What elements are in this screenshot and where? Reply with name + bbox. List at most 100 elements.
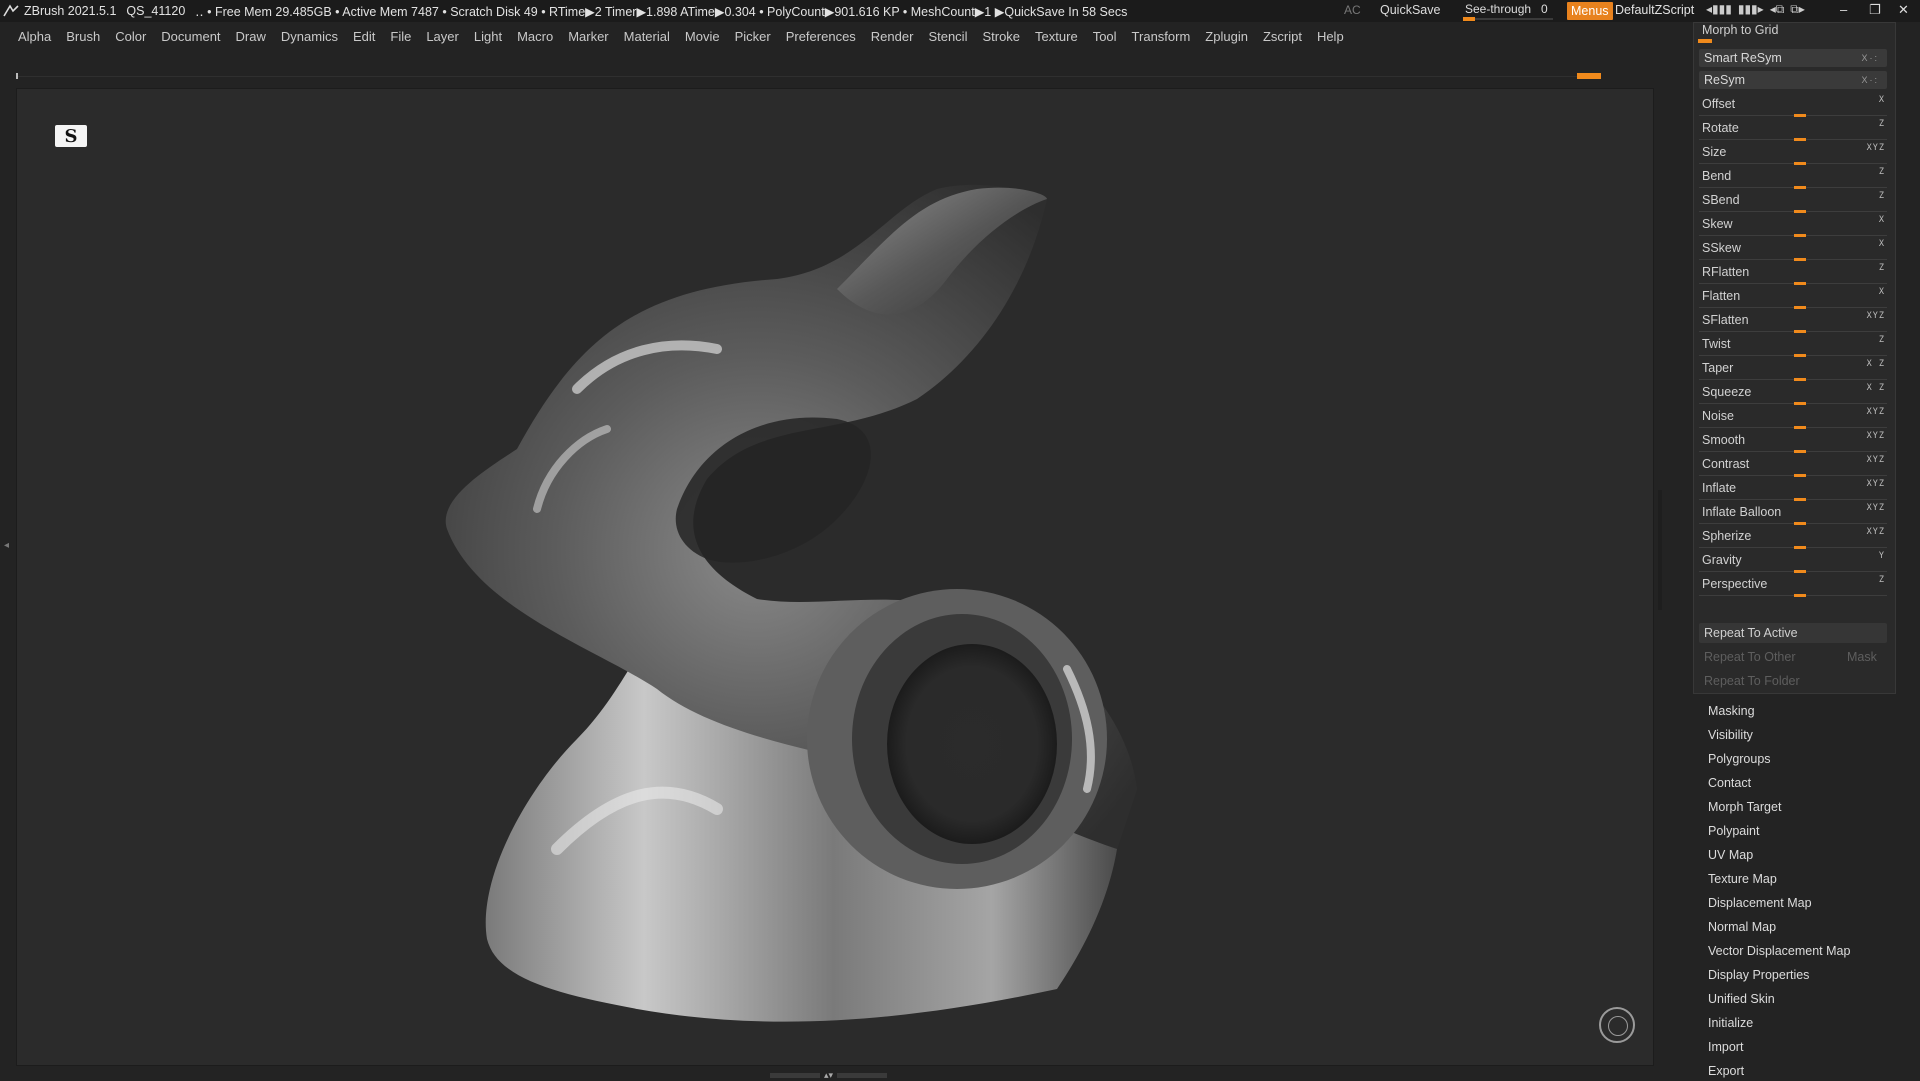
subpalette-polypaint[interactable]: Polypaint (1708, 824, 1759, 838)
menu-movie[interactable]: Movie (685, 29, 720, 44)
menu-alpha[interactable]: Alpha (18, 29, 51, 44)
subpalette-normal-map[interactable]: Normal Map (1708, 920, 1776, 934)
canvas-viewport[interactable]: S (16, 88, 1654, 1066)
bend-axis-toggles[interactable]: Z (1879, 167, 1885, 177)
menu-tool[interactable]: Tool (1093, 29, 1117, 44)
inflate-slider[interactable]: Inflate XYZ (1699, 479, 1887, 503)
subpalette-import[interactable]: Import (1708, 1040, 1743, 1054)
inflate-axis-toggles[interactable]: XYZ (1867, 479, 1885, 489)
left-shelf-handle[interactable]: ◂ (4, 490, 9, 610)
taper-axis-toggles[interactable]: X Z (1867, 359, 1885, 369)
menu-texture[interactable]: Texture (1035, 29, 1078, 44)
minimize-icon[interactable]: ‒ (1840, 2, 1847, 17)
squeeze-knob[interactable] (1794, 402, 1806, 405)
menu-marker[interactable]: Marker (568, 29, 608, 44)
bend-slider[interactable]: Bend Z (1699, 167, 1887, 191)
sbend-knob[interactable] (1794, 210, 1806, 213)
spherize-knob[interactable] (1794, 546, 1806, 549)
gravity-slider[interactable]: Gravity Y (1699, 551, 1887, 575)
menu-preferences[interactable]: Preferences (786, 29, 856, 44)
sflatten-knob[interactable] (1794, 330, 1806, 333)
axis-toggles[interactable]: X·: (1861, 71, 1879, 89)
flatten-slider[interactable]: Flatten X (1699, 287, 1887, 311)
inflate-knob[interactable] (1794, 498, 1806, 501)
contrast-axis-toggles[interactable]: XYZ (1867, 455, 1885, 465)
perspective-knob[interactable] (1794, 594, 1806, 597)
menu-light[interactable]: Light (474, 29, 502, 44)
window-stack-icon[interactable]: ⧉▸ (1790, 2, 1805, 17)
layout-prev-icon[interactable]: ◂▮▮▮ (1706, 2, 1732, 17)
subpalette-display-properties[interactable]: Display Properties (1708, 968, 1809, 982)
menu-file[interactable]: File (390, 29, 411, 44)
twist-slider[interactable]: Twist Z (1699, 335, 1887, 359)
sbend-axis-toggles[interactable]: Z (1879, 191, 1885, 201)
smooth-knob[interactable] (1794, 450, 1806, 453)
size-knob[interactable] (1794, 162, 1806, 165)
menu-zplugin[interactable]: Zplugin (1205, 29, 1248, 44)
menu-layer[interactable]: Layer (426, 29, 459, 44)
axis-toggles[interactable]: X·: (1861, 49, 1879, 67)
taper-slider[interactable]: Taper X Z (1699, 359, 1887, 383)
spherize-axis-toggles[interactable]: XYZ (1867, 527, 1885, 537)
offset-knob[interactable] (1794, 114, 1806, 117)
menu-zscript[interactable]: Zscript (1263, 29, 1302, 44)
maximize-icon[interactable]: ❐ (1869, 2, 1881, 18)
menu-transform[interactable]: Transform (1132, 29, 1191, 44)
menu-document[interactable]: Document (161, 29, 220, 44)
gravity-knob[interactable] (1794, 570, 1806, 573)
offset-axis-toggles[interactable]: X (1879, 95, 1885, 105)
subpalette-polygroups[interactable]: Polygroups (1708, 752, 1771, 766)
bend-knob[interactable] (1794, 186, 1806, 189)
menu-macro[interactable]: Macro (517, 29, 553, 44)
rflatten-slider[interactable]: RFlatten Z (1699, 263, 1887, 287)
menu-help[interactable]: Help (1317, 29, 1344, 44)
smooth-slider[interactable]: Smooth XYZ (1699, 431, 1887, 455)
menu-material[interactable]: Material (624, 29, 670, 44)
navigation-gizmo-icon[interactable] (1599, 1007, 1635, 1043)
layout-next-icon[interactable]: ▮▮▮▸ (1738, 2, 1764, 17)
squeeze-axis-toggles[interactable]: X Z (1867, 383, 1885, 393)
morph-to-grid-knob[interactable] (1698, 39, 1712, 43)
menu-dynamics[interactable]: Dynamics (281, 29, 338, 44)
perspective-slider[interactable]: Perspective Z (1699, 575, 1887, 599)
rflatten-axis-toggles[interactable]: Z (1879, 263, 1885, 273)
default-zscript-button[interactable]: DefaultZScript (1615, 3, 1694, 17)
subpalette-visibility[interactable]: Visibility (1708, 728, 1753, 742)
twist-knob[interactable] (1794, 354, 1806, 357)
sbend-slider[interactable]: SBend Z (1699, 191, 1887, 215)
rotate-slider[interactable]: Rotate Z (1699, 119, 1887, 143)
menus-toggle[interactable]: Menus (1567, 2, 1613, 20)
close-icon[interactable]: ✕ (1898, 2, 1909, 18)
swap-icon[interactable]: ◂⧉ (1770, 2, 1785, 17)
noise-knob[interactable] (1794, 426, 1806, 429)
smart-resym-button[interactable]: Smart ReSym X·: (1699, 49, 1887, 67)
size-slider[interactable]: Size XYZ (1699, 143, 1887, 167)
subpalette-uv-map[interactable]: UV Map (1708, 848, 1753, 862)
spherize-slider[interactable]: Spherize XYZ (1699, 527, 1887, 551)
inflate-balloon-axis-toggles[interactable]: XYZ (1867, 503, 1885, 513)
sskew-knob[interactable] (1794, 258, 1806, 261)
menu-brush[interactable]: Brush (66, 29, 100, 44)
resym-button[interactable]: ReSym X·: (1699, 71, 1887, 89)
skew-axis-toggles[interactable]: X (1879, 215, 1885, 225)
skew-slider[interactable]: Skew X (1699, 215, 1887, 239)
taper-knob[interactable] (1794, 378, 1806, 381)
rflatten-knob[interactable] (1794, 282, 1806, 285)
menu-color[interactable]: Color (115, 29, 146, 44)
sskew-slider[interactable]: SSkew X (1699, 239, 1887, 263)
sflatten-slider[interactable]: SFlatten XYZ (1699, 311, 1887, 335)
rotate-axis-toggles[interactable]: Z (1879, 119, 1885, 129)
contrast-knob[interactable] (1794, 474, 1806, 477)
see-through-knob[interactable] (1463, 17, 1475, 21)
mask-button[interactable]: Mask (1847, 650, 1877, 664)
repeat-to-other-button[interactable]: Repeat To Other (1704, 650, 1796, 664)
noise-slider[interactable]: Noise XYZ (1699, 407, 1887, 431)
progress-marker[interactable] (1577, 73, 1601, 79)
subpalette-displacement-map[interactable]: Displacement Map (1708, 896, 1812, 910)
perspective-axis-toggles[interactable]: Z (1879, 575, 1885, 585)
size-axis-toggles[interactable]: XYZ (1867, 143, 1885, 153)
offset-slider[interactable]: Offset X (1699, 95, 1887, 119)
inflate-balloon-knob[interactable] (1794, 522, 1806, 525)
see-through-slider[interactable]: See-through 0 (1463, 1, 1555, 21)
repeat-to-folder-button[interactable]: Repeat To Folder (1704, 674, 1800, 688)
